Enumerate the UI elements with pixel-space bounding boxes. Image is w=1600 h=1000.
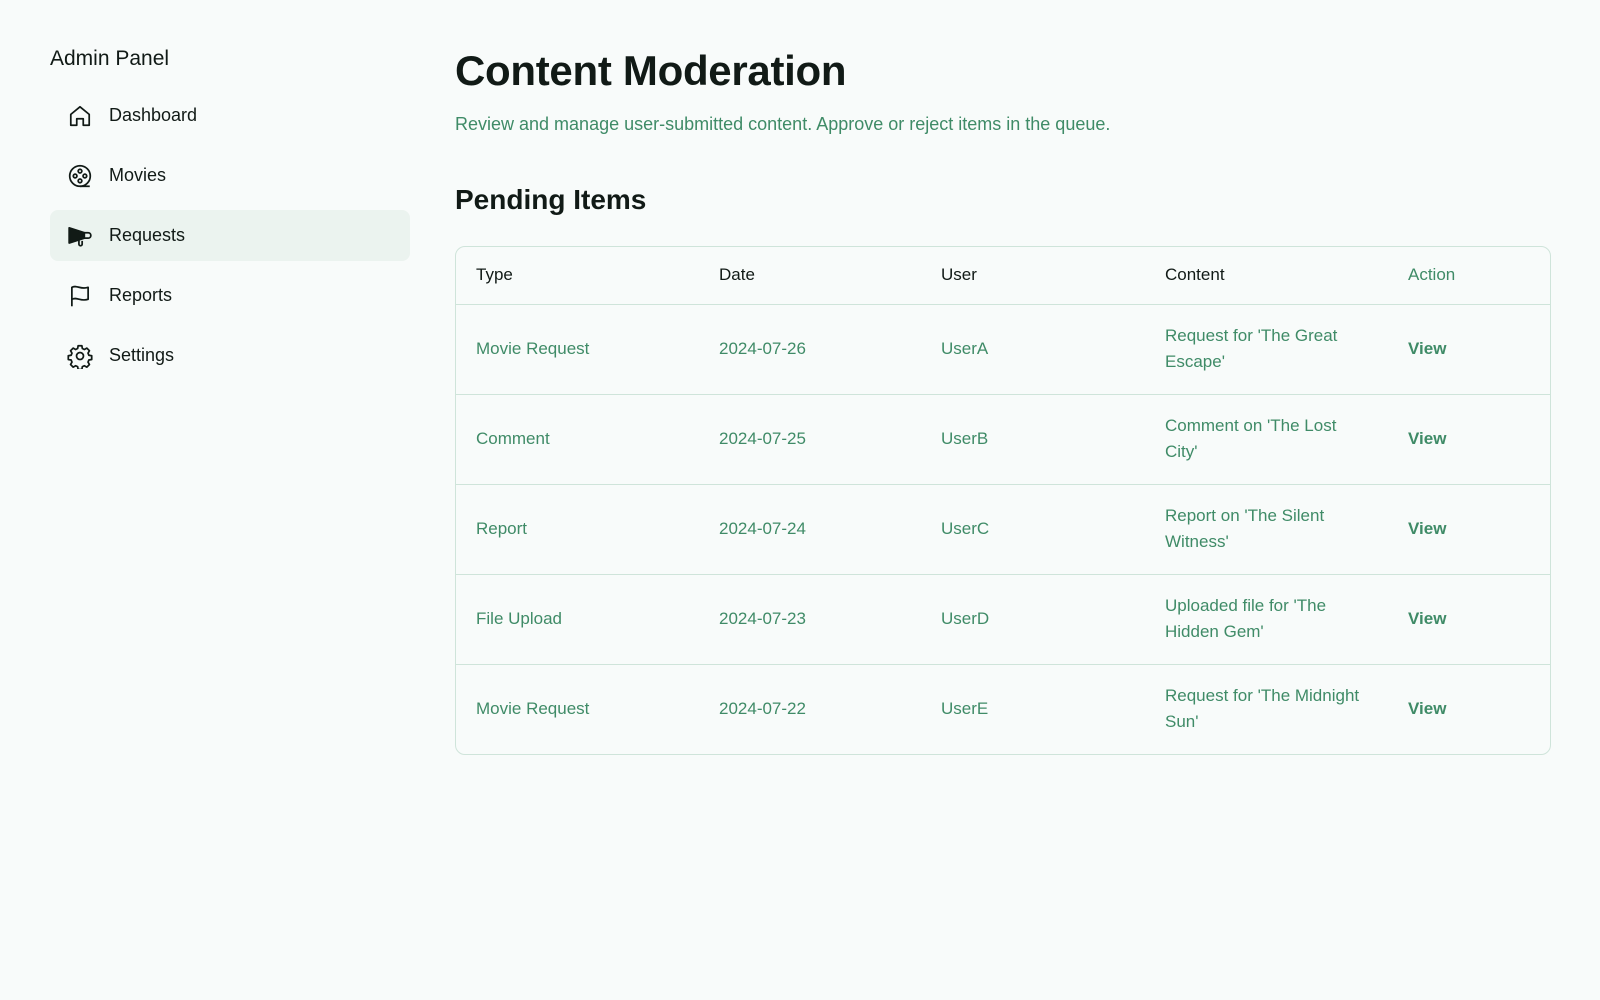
table-row: File Upload 2024-07-23 UserD Uploaded fi… [456, 573, 1550, 664]
column-header-date: Date [699, 247, 921, 305]
sidebar-item-label: Requests [109, 225, 186, 245]
page-subtitle: Review and manage user-submitted content… [455, 114, 1111, 134]
cell-content: Request for 'The Great Escape' [1165, 326, 1338, 371]
page-title: Content Moderation [455, 47, 847, 94]
cell-user: UserB [921, 393, 1145, 484]
sidebar-item-label: Movies [109, 165, 167, 185]
cell-action: View [1388, 393, 1550, 484]
cell-content: Uploaded file for 'The Hidden Gem' [1145, 573, 1388, 664]
cell-action: View [1388, 483, 1550, 574]
column-header-content: Content [1145, 247, 1388, 305]
cell-user: UserC [921, 483, 1145, 574]
cell-type: Comment [456, 393, 699, 484]
main-content: Content Moderation Review and manage use… [455, 44, 1551, 755]
cell-type: File Upload [456, 573, 699, 664]
gear-icon [67, 343, 93, 369]
home-icon [67, 103, 93, 129]
view-button[interactable]: View [1408, 339, 1446, 358]
view-button[interactable]: View [1408, 609, 1446, 628]
cell-user: UserA [941, 339, 989, 358]
column-header-type: Type [456, 247, 699, 305]
cell-date: 2024-07-26 [719, 339, 806, 358]
table-header-row: Type Date User Content Action [456, 247, 1550, 305]
megaphone-icon [67, 223, 93, 249]
sidebar-item-label: Dashboard [109, 105, 198, 125]
column-header-action: Action [1388, 247, 1550, 305]
film-reel-icon [67, 163, 93, 189]
cell-date: 2024-07-22 [699, 663, 921, 754]
view-button[interactable]: View [1408, 429, 1446, 448]
cell-user: UserD [921, 573, 1145, 664]
cell-date: 2024-07-24 [699, 483, 921, 574]
cell-action: View [1388, 573, 1550, 664]
table-row: Movie Request 2024-07-26 UserA Request f… [456, 304, 1550, 394]
cell-user: UserE [921, 663, 1145, 754]
sidebar: Admin Panel Dashboard Movies Requests Re… [50, 44, 410, 390]
cell-action: View [1388, 304, 1550, 394]
section-title: Pending Items [455, 184, 647, 215]
sidebar-item-requests[interactable]: Requests [50, 210, 410, 261]
sidebar-item-dashboard[interactable]: Dashboard [50, 90, 410, 141]
sidebar-title: Admin Panel [50, 47, 170, 70]
column-header-user: User [921, 247, 1145, 305]
cell-type: Movie Request [476, 339, 590, 358]
sidebar-item-label: Reports [109, 285, 173, 305]
cell-date: 2024-07-23 [699, 573, 921, 664]
view-button[interactable]: View [1408, 519, 1446, 538]
sidebar-item-settings[interactable]: Settings [50, 330, 410, 381]
view-button[interactable]: View [1408, 699, 1446, 718]
app: Admin Panel Dashboard Movies Requests Re… [0, 0, 1600, 1000]
cell-type: Report [456, 483, 699, 574]
cell-date: 2024-07-25 [699, 393, 921, 484]
pending-items-table: Type Date User Content Action Movie Requ… [455, 246, 1551, 755]
table-row: Movie Request 2024-07-22 UserE Request f… [456, 663, 1550, 754]
cell-content: Request for 'The Midnight Sun' [1145, 663, 1388, 754]
sidebar-item-movies[interactable]: Movies [50, 150, 410, 201]
cell-type: Movie Request [456, 663, 699, 754]
sidebar-item-reports[interactable]: Reports [50, 270, 410, 321]
flag-icon [67, 283, 93, 309]
cell-action: View [1388, 663, 1550, 754]
cell-content: Report on 'The Silent Witness' [1145, 483, 1388, 574]
table-row: Comment 2024-07-25 UserB Comment on 'The… [456, 393, 1550, 484]
sidebar-item-label: Settings [109, 345, 175, 365]
table-row: Report 2024-07-24 UserC Report on 'The S… [456, 483, 1550, 574]
cell-content: Comment on 'The Lost City' [1145, 393, 1388, 484]
